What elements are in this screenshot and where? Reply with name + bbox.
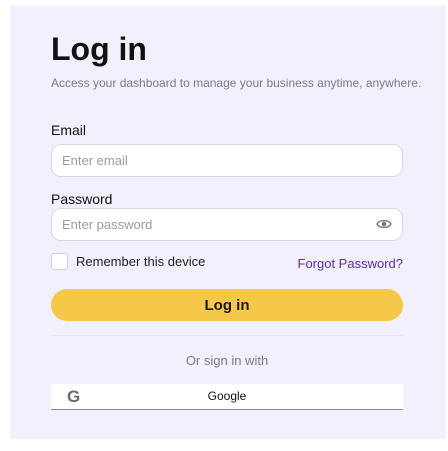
email-field-wrapper [51, 144, 403, 177]
page-subtitle: Access your dashboard to manage your bus… [51, 76, 422, 90]
forgot-password-link[interactable]: Forgot Password? [298, 256, 404, 271]
password-label: Password [51, 191, 113, 207]
login-card: Log in Access your dashboard to manage y… [10, 6, 446, 439]
email-field[interactable] [62, 145, 372, 176]
page-title: Log in [51, 31, 147, 67]
password-field-wrapper [51, 208, 403, 241]
remember-checkbox[interactable] [51, 253, 68, 270]
email-label: Email [51, 122, 87, 138]
remember-label: Remember this device [76, 254, 206, 269]
password-field[interactable] [62, 209, 372, 240]
divider [51, 335, 403, 336]
eye-icon[interactable] [376, 218, 392, 230]
google-signin-button[interactable]: G Google [51, 384, 403, 410]
alt-signin-text: Or sign in with [185, 353, 269, 368]
login-button[interactable]: Log in [51, 289, 403, 321]
google-signin-label: Google [207, 389, 247, 403]
